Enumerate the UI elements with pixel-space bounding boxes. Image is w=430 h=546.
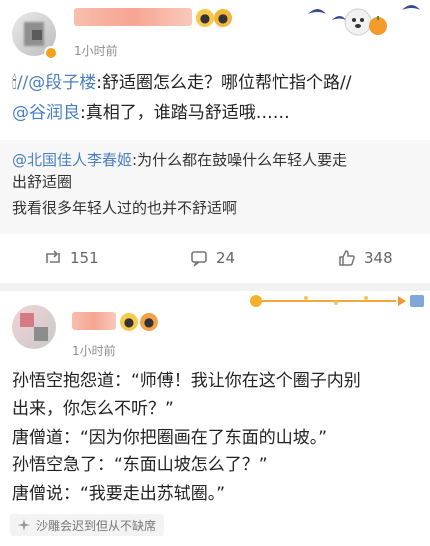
mention-link[interactable]: @谷润良	[12, 103, 80, 123]
post-text-line: 唐僧说：“我要走出苏轼圈。”	[12, 484, 226, 504]
wand-decoration-icon	[250, 295, 424, 307]
repost-button[interactable]: 151	[44, 248, 99, 268]
username-blurred[interactable]	[74, 8, 192, 26]
repost-icon	[46, 250, 60, 263]
halloween-decoration-icon	[308, 5, 420, 36]
emoji-badge-icon: ●	[196, 9, 214, 27]
post-text-line: 孙悟空急了：“东面山坡怎么了？”	[12, 455, 268, 475]
mention-link[interactable]: //@段子楼	[17, 73, 96, 93]
verified-badge-icon	[44, 46, 58, 60]
topic-tag-label: 沙雕会迟到但从不缺席	[36, 518, 157, 533]
post-separator	[0, 283, 430, 291]
quote-text-line: 出舒适圈	[12, 173, 73, 191]
emoji-badge-icon: ●	[140, 313, 158, 331]
avatar[interactable]	[12, 305, 56, 349]
post-time: 1小时前	[72, 344, 116, 358]
comment-icon	[191, 251, 207, 267]
post-text-line: 孙悟空抱怨道：“师傅！我让你在这个圈子内别	[12, 371, 361, 391]
emoji-badge-icon: ●	[120, 313, 138, 331]
quote-text-line: 我看很多年轻人过的也并不舒适啊	[12, 199, 238, 217]
username-blurred[interactable]	[72, 312, 116, 330]
quoted-post[interactable]: @北国佳人李春姬:为什么都在鼓噪什么年轻人要走 出舒适圈 我看很多年轻人过的也并…	[0, 140, 430, 234]
quote-text-line: @北国佳人李春姬:为什么都在鼓噪什么年轻人要走	[12, 151, 348, 169]
post-card: ● ● 1小时前 🕯//@段子楼:舒适圈怎么走？哪位帮忙指个路// @谷润良:真…	[0, 0, 430, 283]
like-icon	[339, 250, 355, 266]
action-bar: 151 24 348	[0, 238, 430, 278]
post-time: 1小时前	[74, 44, 118, 58]
post-text-line: 出来，你怎么不听？”	[12, 399, 174, 419]
like-button[interactable]: 348	[338, 248, 393, 268]
like-count: 348	[364, 249, 393, 267]
emoji-badge-icon: ●	[214, 9, 232, 27]
comment-count: 24	[216, 249, 236, 267]
repost-count: 151	[70, 249, 99, 267]
comment-button[interactable]: 24	[190, 248, 235, 268]
mention-link[interactable]: @北国佳人李春姬	[12, 151, 132, 169]
post-text-line: 🕯//@段子楼:舒适圈怎么走？哪位帮忙指个路//	[12, 73, 352, 93]
post-text-line: 唐僧道：“因为你把圈画在了东面的山坡。”	[12, 428, 328, 448]
topic-tag[interactable]: 沙雕会迟到但从不缺席	[10, 514, 165, 536]
sparkle-icon	[18, 519, 30, 531]
post-text-line: @谷润良:真相了，谁踏马舒适哦……	[12, 103, 290, 123]
